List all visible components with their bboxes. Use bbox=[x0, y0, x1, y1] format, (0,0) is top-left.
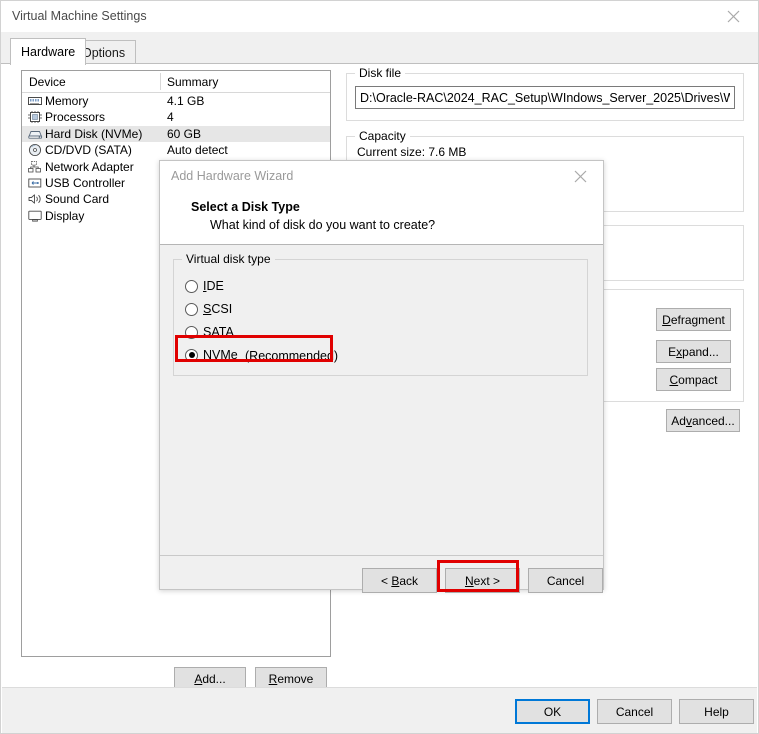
add-device-label: Add... bbox=[194, 671, 226, 686]
device-summary: 4 bbox=[167, 110, 174, 125]
dialog-footer: OK Cancel Help bbox=[2, 687, 757, 733]
remove-device-label: Remove bbox=[268, 671, 314, 686]
device-label: Hard Disk (NVMe) bbox=[45, 126, 143, 141]
device-row-memory[interactable]: Memory 4.1 GB bbox=[22, 93, 330, 109]
memory-icon bbox=[27, 94, 43, 108]
wizard-title: Add Hardware Wizard bbox=[171, 169, 294, 183]
wizard-back-button[interactable]: < Back bbox=[362, 568, 437, 593]
virtual-disk-type-group: Virtual disk type IDE SCSI SATA NVMe (Re… bbox=[173, 252, 588, 376]
tab-hardware-label: Hardware bbox=[21, 45, 76, 59]
close-icon[interactable] bbox=[559, 163, 601, 189]
tab-hardware[interactable]: Hardware bbox=[10, 38, 87, 65]
device-row-processors[interactable]: Processors 4 bbox=[22, 109, 330, 125]
column-header-summary: Summary bbox=[167, 75, 219, 89]
radio-indicator bbox=[185, 325, 198, 339]
close-icon[interactable] bbox=[710, 1, 756, 31]
device-list-header: Device Summary bbox=[22, 71, 330, 93]
expand-button[interactable]: Expand... bbox=[656, 340, 731, 363]
device-label: USB Controller bbox=[45, 175, 126, 190]
wizard-next-button[interactable]: Next > bbox=[445, 568, 520, 593]
compact-button[interactable]: Compact bbox=[656, 368, 731, 391]
wizard-back-label: < Back bbox=[380, 573, 419, 588]
radio-option-sata[interactable]: SATA bbox=[185, 323, 234, 341]
add-hardware-wizard-dialog: Add Hardware Wizard Select a Disk Type W… bbox=[159, 160, 604, 593]
wizard-body: Virtual disk type IDE SCSI SATA NVMe (Re… bbox=[160, 246, 603, 555]
display-icon bbox=[27, 209, 43, 223]
disk-file-group: Disk file bbox=[346, 66, 744, 121]
wizard-heading: Select a Disk Type bbox=[191, 200, 300, 214]
disk-file-path-input[interactable] bbox=[355, 86, 735, 109]
help-label: Help bbox=[704, 704, 729, 719]
tab-strip: Hardware Options bbox=[1, 32, 758, 65]
disk-file-group-title: Disk file bbox=[355, 66, 406, 80]
device-summary: 4.1 GB bbox=[167, 94, 205, 108]
radio-label: SCSI bbox=[203, 302, 233, 316]
radio-indicator bbox=[185, 302, 198, 316]
network-icon bbox=[27, 160, 43, 174]
wizard-cancel-label: Cancel bbox=[546, 573, 585, 588]
wizard-next-label: Next > bbox=[464, 573, 501, 588]
window-title: Virtual Machine Settings bbox=[12, 9, 147, 23]
capacity-current-size: Current size: 7.6 MB bbox=[357, 145, 467, 159]
radio-option-nvme[interactable]: NVMe bbox=[185, 346, 238, 364]
wizard-footer-divider bbox=[160, 555, 603, 556]
wizard-subheading: What kind of disk do you want to create? bbox=[210, 218, 436, 232]
ok-button[interactable]: OK bbox=[515, 699, 590, 724]
cddvd-icon bbox=[27, 143, 43, 157]
column-divider bbox=[160, 73, 161, 90]
defragment-label: Defragment bbox=[662, 312, 725, 327]
processor-icon bbox=[27, 110, 43, 124]
harddisk-icon bbox=[27, 127, 43, 141]
ok-label: OK bbox=[543, 704, 562, 719]
sound-icon bbox=[27, 192, 43, 206]
radio-label: IDE bbox=[203, 279, 224, 293]
expand-label: Expand... bbox=[668, 344, 719, 359]
radio-option-ide[interactable]: IDE bbox=[185, 277, 224, 295]
device-summary: 60 GB bbox=[167, 126, 202, 141]
device-row-cd-dvd[interactable]: CD/DVD (SATA) Auto detect bbox=[22, 142, 330, 158]
usb-icon bbox=[27, 176, 43, 190]
device-label: Display bbox=[45, 208, 85, 223]
device-label: Sound Card bbox=[45, 192, 110, 207]
defragment-button[interactable]: Defragment bbox=[656, 308, 731, 331]
nvme-recommended-note: (Recommended) bbox=[245, 349, 339, 363]
virtual-disk-type-title: Virtual disk type bbox=[182, 252, 275, 266]
device-label: CD/DVD (SATA) bbox=[45, 143, 132, 158]
virtual-machine-settings-window: Virtual Machine Settings Hardware Option… bbox=[0, 0, 759, 734]
wizard-header: Add Hardware Wizard Select a Disk Type W… bbox=[160, 161, 603, 245]
device-summary: Auto detect bbox=[167, 143, 228, 158]
advanced-label: Advanced... bbox=[671, 413, 735, 428]
tab-options-label: Options bbox=[82, 45, 126, 60]
device-label: Network Adapter bbox=[45, 159, 134, 174]
radio-label: SATA bbox=[203, 325, 234, 339]
wizard-cancel-button[interactable]: Cancel bbox=[528, 568, 603, 593]
compact-label: Compact bbox=[669, 372, 718, 387]
cancel-button[interactable]: Cancel bbox=[597, 699, 672, 724]
window-titlebar: Virtual Machine Settings bbox=[1, 1, 758, 32]
radio-label: NVMe bbox=[203, 348, 238, 362]
capacity-group-title: Capacity bbox=[355, 129, 410, 143]
cancel-label: Cancel bbox=[615, 704, 654, 719]
advanced-button[interactable]: Advanced... bbox=[666, 409, 740, 432]
help-button[interactable]: Help bbox=[679, 699, 754, 724]
device-row-hard-disk[interactable]: Hard Disk (NVMe) 60 GB bbox=[22, 125, 330, 143]
device-label: Memory bbox=[45, 94, 89, 108]
radio-option-scsi[interactable]: SCSI bbox=[185, 300, 232, 318]
radio-indicator bbox=[185, 279, 198, 293]
column-header-device: Device bbox=[29, 75, 66, 89]
device-label: Processors bbox=[45, 110, 106, 125]
radio-indicator bbox=[185, 348, 198, 362]
